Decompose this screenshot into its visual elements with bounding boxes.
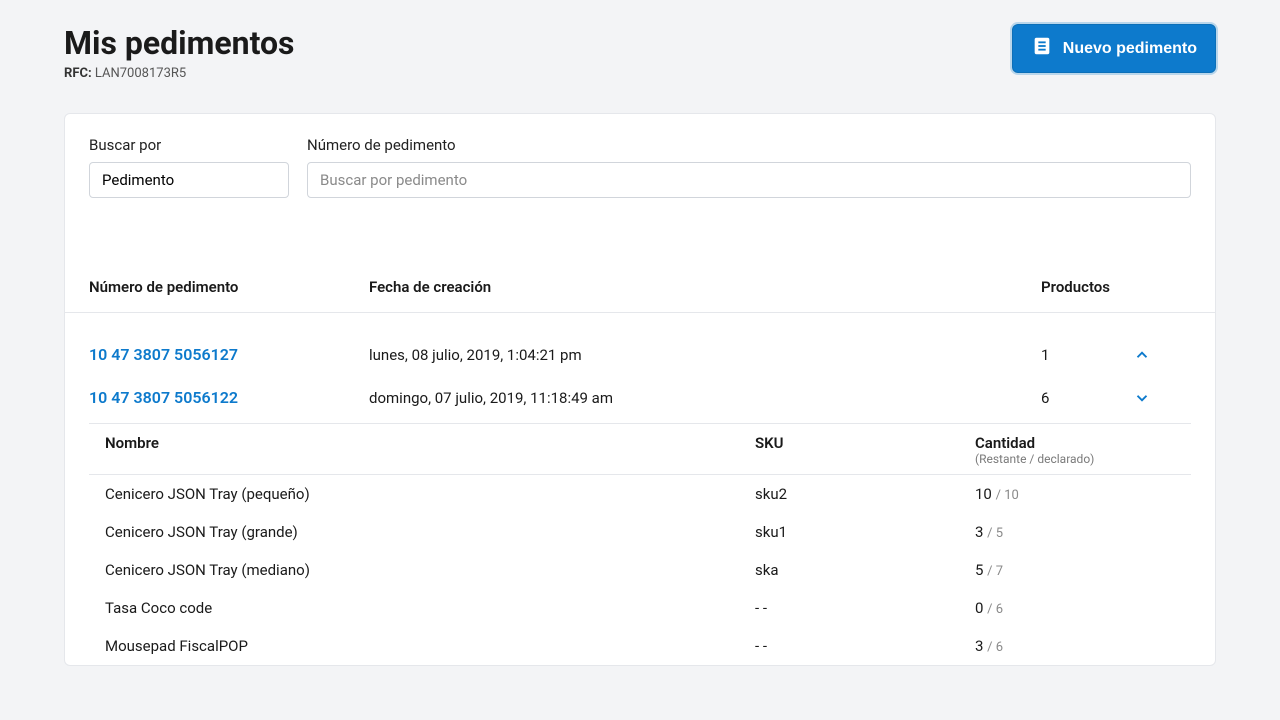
product-sku: ska xyxy=(755,561,975,579)
sub-row: Mousepad FiscalPOP - - 3 / 6 xyxy=(89,627,1191,665)
th-products: Productos xyxy=(1041,278,1191,296)
product-qty: 5 / 7 xyxy=(975,561,1175,579)
subtable: Nombre SKU Cantidad (Restante / declarad… xyxy=(89,423,1191,665)
product-qty: 3 / 6 xyxy=(975,637,1175,655)
search-by-select[interactable] xyxy=(89,162,289,198)
product-sku: - - xyxy=(755,637,975,655)
search-num-input[interactable] xyxy=(307,162,1191,198)
sub-row: Cenicero JSON Tray (mediano) ska 5 / 7 xyxy=(89,551,1191,589)
chevron-up-icon[interactable] xyxy=(1133,346,1151,364)
product-count: 6 xyxy=(1041,389,1049,407)
table-row: 10 47 3807 5056127 lunes, 08 julio, 2019… xyxy=(65,333,1215,376)
th-number: Número de pedimento xyxy=(89,278,369,296)
product-name: Mousepad FiscalPOP xyxy=(105,637,755,655)
product-name: Tasa Coco code xyxy=(105,599,755,617)
chevron-down-icon[interactable] xyxy=(1133,389,1151,407)
product-sku: sku1 xyxy=(755,523,975,541)
th-created: Fecha de creación xyxy=(369,278,1041,296)
product-sku: - - xyxy=(755,599,975,617)
table-header: Número de pedimento Fecha de creación Pr… xyxy=(65,260,1215,313)
table-row: 10 47 3807 5056122 domingo, 07 julio, 20… xyxy=(65,376,1215,419)
product-qty: 3 / 5 xyxy=(975,523,1175,541)
rfc-line: RFC: LAN7008173R5 xyxy=(64,66,295,81)
product-qty: 0 / 6 xyxy=(975,599,1175,617)
search-num-label: Número de pedimento xyxy=(307,136,1191,154)
pedimento-link[interactable]: 10 47 3807 5056122 xyxy=(89,388,238,407)
product-qty: 10 / 10 xyxy=(975,485,1175,503)
new-pedimento-button[interactable]: Nuevo pedimento xyxy=(1012,24,1216,73)
product-name: Cenicero JSON Tray (pequeño) xyxy=(105,485,755,503)
product-name: Cenicero JSON Tray (grande) xyxy=(105,523,755,541)
created-date: domingo, 07 julio, 2019, 11:18:49 am xyxy=(369,389,613,407)
product-sku: sku2 xyxy=(755,485,975,503)
sub-row: Tasa Coco code - - 0 / 6 xyxy=(89,589,1191,627)
sth-qty-sub: (Restante / declarado) xyxy=(975,452,1175,466)
sth-name: Nombre xyxy=(105,434,755,452)
sth-sku: SKU xyxy=(755,434,975,452)
page-title: Mis pedimentos xyxy=(64,24,295,62)
rfc-value: LAN7008173R5 xyxy=(95,66,186,81)
created-date: lunes, 08 julio, 2019, 1:04:21 pm xyxy=(369,346,582,364)
product-count: 1 xyxy=(1041,346,1049,364)
sub-row: Cenicero JSON Tray (pequeño) sku2 10 / 1… xyxy=(89,475,1191,513)
product-name: Cenicero JSON Tray (mediano) xyxy=(105,561,755,579)
sub-row: Cenicero JSON Tray (grande) sku1 3 / 5 xyxy=(89,513,1191,551)
sth-qty: Cantidad (Restante / declarado) xyxy=(975,434,1175,466)
document-icon xyxy=(1031,35,1053,62)
rfc-label: RFC: xyxy=(64,66,92,81)
pedimento-link[interactable]: 10 47 3807 5056127 xyxy=(89,345,238,364)
search-by-label: Buscar por xyxy=(89,136,289,154)
new-pedimento-label: Nuevo pedimento xyxy=(1063,40,1197,58)
